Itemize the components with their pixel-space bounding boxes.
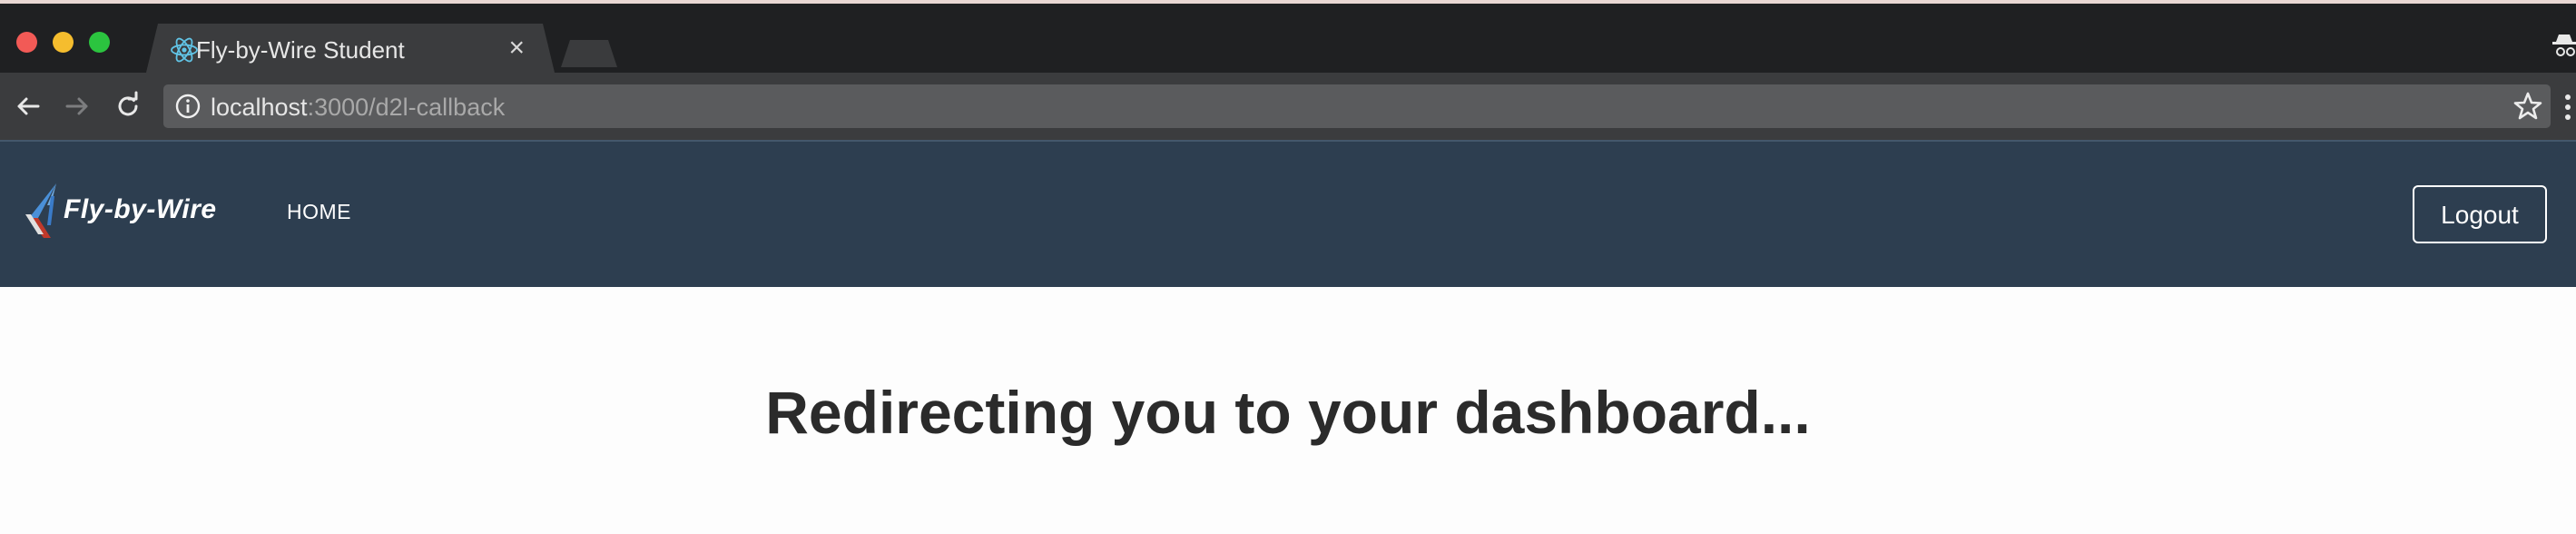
browser-menu-icon[interactable] [2560,93,2576,122]
tab-title: Fly-by-Wire Student [196,36,405,64]
info-icon[interactable] [174,93,202,120]
logout-button[interactable]: Logout [2413,185,2547,243]
tab-close-icon[interactable]: × [508,33,525,64]
browser-tab-active[interactable]: Fly-by-Wire Student × [145,24,556,76]
nav-link-home[interactable]: HOME [287,200,351,224]
url-path: :3000/d2l-callback [307,94,506,121]
new-tab-button[interactable] [561,40,617,67]
window-maximize-button[interactable] [89,32,110,53]
reload-icon[interactable] [113,91,143,122]
browser-titlebar: Fly-by-Wire Student × [0,0,2576,76]
address-bar[interactable]: localhost:3000/d2l-callback [163,84,2551,128]
url-text: localhost:3000/d2l-callback [211,94,505,122]
url-host: localhost [211,94,308,121]
forward-arrow-icon[interactable] [62,91,93,122]
react-atom-icon [171,37,198,63]
app-navbar: Fly-by-Wire HOME Logout [0,140,2576,287]
redirect-heading: Redirecting you to your dashboard... [765,379,1811,446]
fly-by-wire-logo-icon[interactable] [24,182,62,247]
bookmark-star-icon[interactable] [2512,91,2543,122]
window-close-button[interactable] [16,32,37,53]
browser-toolbar: localhost:3000/d2l-callback [0,73,2576,140]
back-arrow-icon[interactable] [13,91,44,122]
window-minimize-button[interactable] [53,32,74,53]
brand-name[interactable]: Fly-by-Wire [64,194,217,225]
incognito-icon [2552,35,2576,56]
